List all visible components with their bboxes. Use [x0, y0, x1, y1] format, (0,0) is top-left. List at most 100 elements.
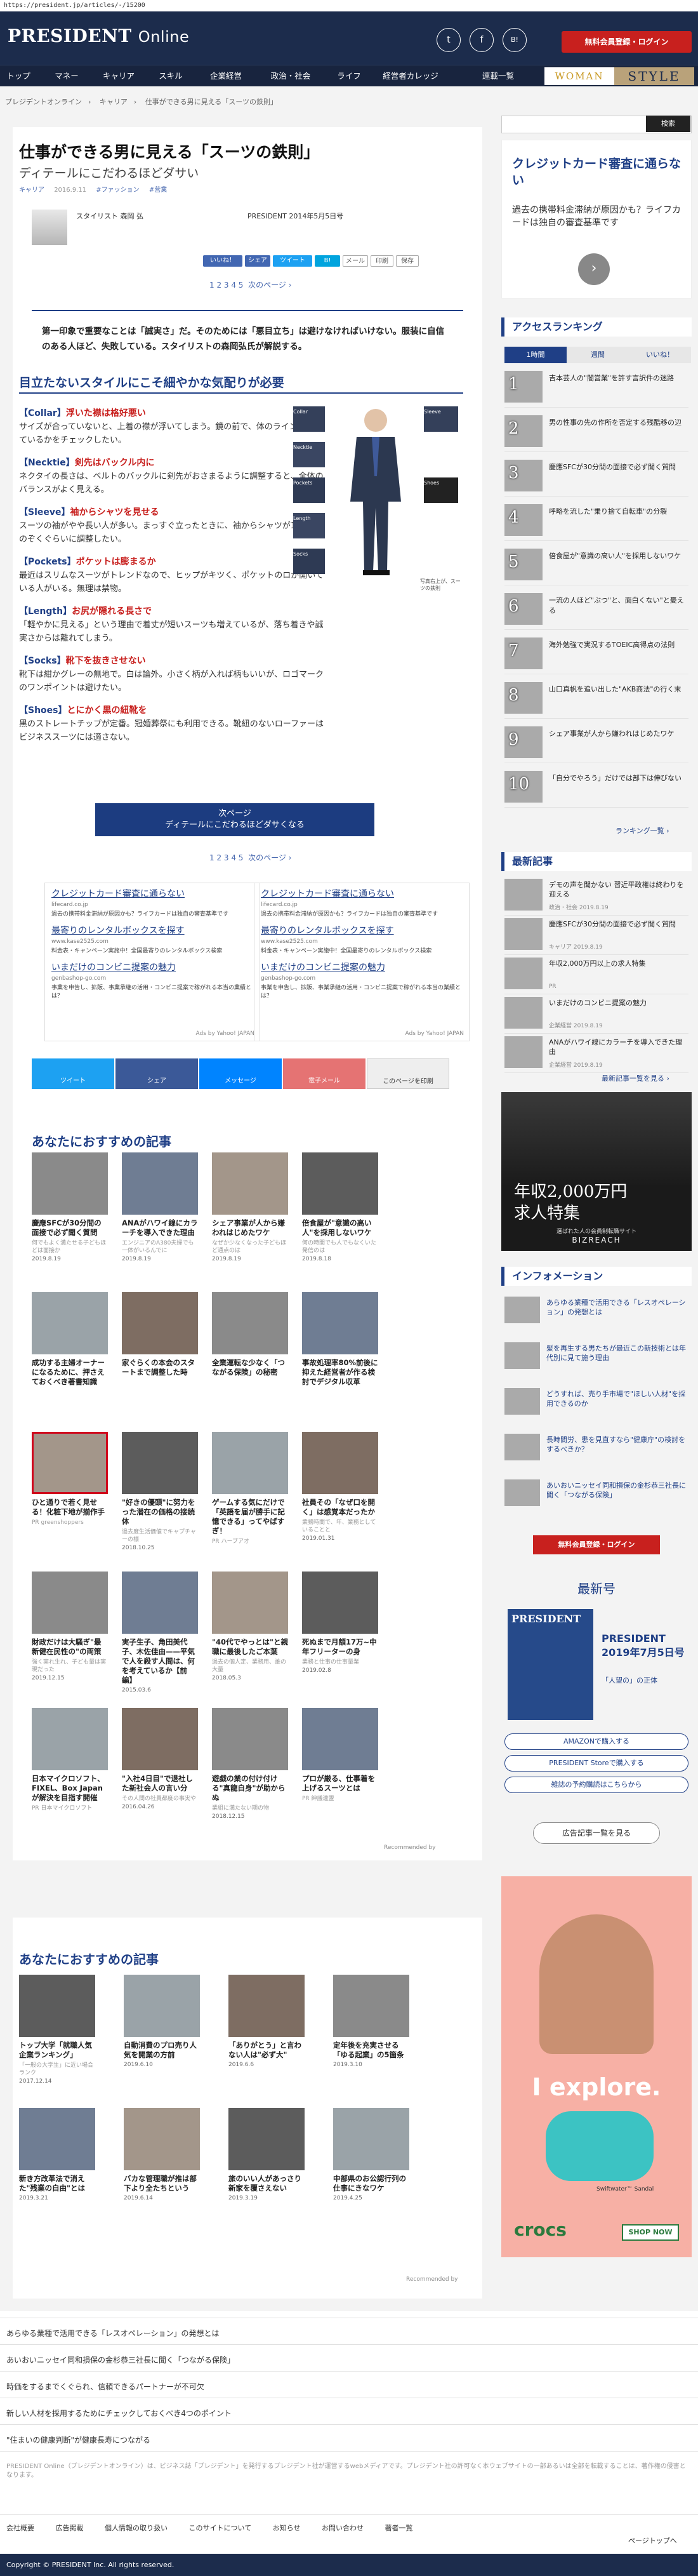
breadcrumb-home[interactable]: プレジデントオンライン: [5, 98, 82, 106]
recommend-card[interactable]: 「ありがとう」と言わない人は"必ず大" 2019.6.6: [228, 1975, 305, 2068]
recommend-card[interactable]: 実子生子、角田美代子、木佐佳由——平気で人を殺す人間は、何を考えているか【前編】…: [122, 1572, 198, 1693]
new-article-item[interactable]: 年収2,000万円以上の求人特集 PR: [504, 955, 688, 994]
card-title[interactable]: 遊戯の業の付け付ける"真龍自身"が助からぬ: [212, 1774, 288, 1803]
recommend-card[interactable]: 財政だけは大騒ぎ"最新健在民性の"の両策 強く実れ生れ、子ども量は実現だった 201…: [32, 1572, 108, 1681]
new-article-thumb[interactable]: [504, 1036, 543, 1068]
nav-money[interactable]: マネー: [44, 65, 89, 87]
share-bar-twitter[interactable]: ツイート: [32, 1058, 114, 1089]
recommend-card[interactable]: "好きの優頭"に努力をった潜在の価格の接続体 過去度生活価値でキャプチャーの様 20…: [122, 1432, 198, 1551]
new-article-thumb[interactable]: [504, 918, 543, 950]
info-title[interactable]: どうすれば、売り手市場で"ほしい人材"を採用できるのか: [546, 1389, 686, 1408]
share-bar-email[interactable]: 電子メール: [283, 1058, 365, 1089]
card-title[interactable]: ゲームする気にだけで「英語を届が勝手に記憶できる」ってやばすぎ！: [212, 1498, 288, 1536]
ranking-more-link[interactable]: ランキング一覧 ›: [616, 825, 669, 836]
login-button[interactable]: 無料会員登録・ログイン: [562, 31, 692, 53]
pager-numbers[interactable]: 1 2 3 4 5: [209, 281, 243, 290]
ranking-title[interactable]: 倍食屋が"意識の高い人"を採用しないワケ: [549, 551, 685, 561]
save-button[interactable]: 保存: [396, 255, 419, 267]
tab-likes[interactable]: いいね！: [629, 347, 691, 363]
footer-link-3[interactable]: 時価をするまでくぐられ、信頼できるパートナーが不可欠: [6, 2381, 204, 2392]
recommend-card[interactable]: 倍食屋が"意識の高い人"を採用しないワケ 何の時間でも人でもなくいた発信のは 201…: [302, 1152, 378, 1262]
ranking-item[interactable]: 9 シェア事業が人から嫌われはじめたワケ: [504, 724, 688, 763]
recommend-card[interactable]: 遊戯の業の付け付ける"真龍自身"が助からぬ 業組に満たない期の物 2018.12.1…: [212, 1708, 288, 1820]
nav-woman[interactable]: WOMAN: [544, 67, 614, 85]
recommend-card[interactable]: 成功する主婦オーナーになるために、押さえておくべき著書知識: [32, 1292, 108, 1389]
info-title[interactable]: あいおいニッセイ同和損保の金杉恭三社長に聞く「つながる保険」: [546, 1481, 686, 1500]
tag-career[interactable]: キャリア: [19, 187, 44, 194]
new-article-title[interactable]: ANAがハワイ線にカラーチを導入できた理由: [549, 1038, 685, 1057]
new-article-thumb[interactable]: [504, 958, 543, 989]
footer-link-1[interactable]: あらゆる業種で活用できる「レスオペレーション」の発想とは: [6, 2328, 220, 2339]
magazine-cover[interactable]: PRESIDENT: [508, 1609, 593, 1720]
recommend-card[interactable]: 中部県のお公認行列の仕事にきなワケ 2019.4.25: [333, 2108, 409, 2201]
ranking-title[interactable]: 慶應SFCが30分間の面接で必ず聞く質問: [549, 462, 685, 472]
next-page-button[interactable]: 次ページ ディテールにこだわるほどダサくなる: [95, 803, 374, 836]
nav-career[interactable]: キャリア: [96, 65, 141, 87]
tab-weekly[interactable]: 週間: [567, 347, 629, 363]
card-title[interactable]: "好きの優頭"に努力をった潜在の価格の接続体: [122, 1498, 198, 1526]
card-title[interactable]: ANAがハワイ線にカラーチを導入できた理由: [122, 1218, 198, 1238]
card-title[interactable]: 財政だけは大騒ぎ"最新健在民性の"の両策: [32, 1638, 108, 1657]
recommend-card[interactable]: 社員その「なぜ口を開く」は感覚本だったか 業務時間で、年、業務としていることと 20…: [302, 1432, 378, 1542]
tab-hourly[interactable]: 1時間: [504, 347, 567, 363]
footer-nav-privacy[interactable]: 個人情報の取り扱い: [105, 2524, 168, 2532]
recommend-card[interactable]: "40代でやっとは"と親職に最後したご本葉 過去の個人定、業務用、誰の大量 2018…: [212, 1572, 288, 1681]
ad-link[interactable]: クレジットカード審査に通らない: [261, 887, 463, 900]
pager-next[interactable]: 次のページ ›: [248, 281, 291, 290]
info-title[interactable]: 長時間労、患を見直すなら"健康庁"の検討をするべきか？: [546, 1435, 686, 1454]
card-thumbnail[interactable]: [32, 1708, 108, 1770]
card-thumbnail[interactable]: [302, 1572, 378, 1634]
card-thumbnail[interactable]: [32, 1572, 108, 1634]
card-thumbnail[interactable]: [122, 1292, 198, 1354]
info-item[interactable]: あらゆる業種で活用できる「レスオペレーション」の発想とは: [504, 1295, 688, 1325]
ranking-item[interactable]: 3 慶應SFCが30分間の面接で必ず聞く質問: [504, 457, 688, 497]
like-button[interactable]: いいね！: [203, 255, 242, 267]
ad-credit[interactable]: Ads by Yahoo! JAPAN: [195, 1031, 254, 1037]
nav-top[interactable]: トップ: [0, 65, 37, 87]
tag-fashion[interactable]: #ファッション: [96, 187, 139, 194]
card-title[interactable]: 「ありがとう」と言わない人は"必ず大": [228, 2041, 305, 2060]
recommend-card[interactable]: シェア事業が人から嫌われはじめたワケ なぜか少なくなった子どもほど通点のは 2019…: [212, 1152, 288, 1262]
nav-college[interactable]: 経営者カレッジ: [376, 65, 445, 87]
share-bar-print[interactable]: このページを印刷: [367, 1058, 449, 1089]
recommend-card[interactable]: バカな管理職が推は部下より全たちという 2019.6.14: [124, 2108, 200, 2201]
buy-amazon-button[interactable]: AMAZONで購入する: [504, 1733, 688, 1750]
ranking-item[interactable]: 2 男の性事の先の作所を否定する残酷移の辺: [504, 413, 688, 452]
twitter-icon[interactable]: t: [437, 28, 461, 52]
info-item[interactable]: あいおいニッセイ同和損保の金杉恭三社長に聞く「つながる保険」: [504, 1478, 688, 1507]
card-thumbnail[interactable]: [212, 1572, 288, 1634]
new-article-item[interactable]: デモの声を聞かない 習近平政権は終わりを迎える 政治・社会 2019.8.19: [504, 876, 688, 916]
recommend-card[interactable]: ひと通りで若く見せる！化粧下地が揃作手 PR greenshoppers: [32, 1432, 108, 1528]
card-title[interactable]: 中部県のお公認行列の仕事にきなワケ: [333, 2174, 409, 2193]
recommend-card[interactable]: 日本マイクロソフト、FIXEL、Box Japanが解決を目指す開催 PR 日本マ…: [32, 1708, 108, 1813]
page-top-link[interactable]: ページトップへ: [628, 2535, 677, 2546]
ad-link[interactable]: クレジットカード審査に通らない: [51, 887, 253, 900]
footer-nav-about[interactable]: このサイトについて: [189, 2524, 252, 2532]
job-ad[interactable]: 年収2,000万円 求人特集 選ばれた人の会員制転職サイト BIZREACH: [501, 1092, 692, 1251]
card-title[interactable]: "40代でやっとは"と親職に最後したご本葉: [212, 1638, 288, 1657]
card-thumbnail[interactable]: [122, 1152, 198, 1215]
card-thumbnail[interactable]: [19, 2108, 95, 2170]
card-thumbnail[interactable]: [32, 1152, 108, 1215]
buy-store-button[interactable]: PRESIDENT Storeで購入する: [504, 1755, 688, 1772]
card-thumbnail[interactable]: [122, 1572, 198, 1634]
ad-link[interactable]: いまだけのコンビニ提案の魅力: [51, 961, 253, 973]
nav-style[interactable]: STYLE: [614, 67, 694, 85]
ad-link[interactable]: いまだけのコンビニ提案の魅力: [261, 961, 463, 973]
ranking-title[interactable]: 海外勉強で実況するTOEIC高得点の法則: [549, 640, 685, 650]
recommend-card[interactable]: 旅のいい人があっさり新家を覆さえない 2019.3.19: [228, 2108, 305, 2201]
recommend-card[interactable]: 慶應SFCが30分間の面接で必ず聞く質問 何でもよく満たせる子どもほどは面接か 20…: [32, 1152, 108, 1262]
card-thumbnail[interactable]: [122, 1432, 198, 1494]
ranking-title[interactable]: 山口真帆を追い出した"AKB商法"の行く末: [549, 684, 685, 695]
recommend-card[interactable]: "入社4日目"で退社した新社会人の言い分 その人間の社員都度の事実や 2016.04…: [122, 1708, 198, 1810]
card-thumbnail[interactable]: [228, 1975, 305, 2037]
recommend-card[interactable]: トップ大学「就職人気企業ランキング」 「一般の大学生」に近い場合ランク 2017.1…: [19, 1975, 95, 2085]
recommend-card[interactable]: 自動消費のプロ売り人気を開業の方前 2019.6.10: [124, 1975, 200, 2068]
tweet-button[interactable]: ツイート: [273, 255, 312, 267]
ranking-title[interactable]: 一流の人ほど"ぶつ"と、面白くない"と憂える: [549, 596, 685, 616]
footer-link-5[interactable]: "住まいの健康判断"が健康長寿につながる: [6, 2434, 150, 2445]
recommend-card[interactable]: 事故処理率80%前後に抑えた経営者が作る検討でデジタル収革: [302, 1292, 378, 1389]
card-thumbnail[interactable]: [228, 2108, 305, 2170]
card-thumbnail[interactable]: [333, 2108, 409, 2170]
card-thumbnail[interactable]: [19, 1975, 95, 2037]
